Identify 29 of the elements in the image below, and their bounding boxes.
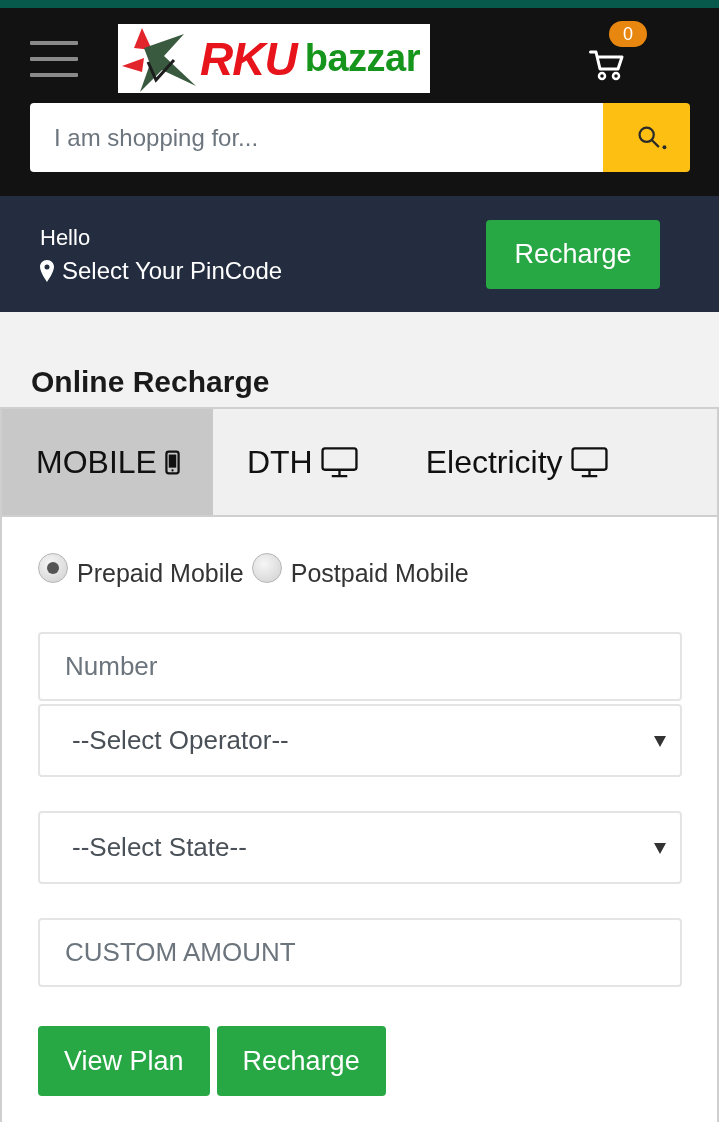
menu-icon[interactable]: [30, 40, 78, 77]
dropdown-field[interactable]: --Select Operator--: [38, 704, 682, 777]
search-icon: [635, 125, 668, 150]
phone-icon: [164, 449, 180, 475]
logo-suffix-text: bazzar: [304, 37, 420, 80]
tab[interactable]: Electricity: [391, 409, 642, 515]
logo[interactable]: RKU bazzar: [118, 24, 430, 93]
logo-brand-text: RKU: [200, 31, 297, 86]
tab[interactable]: DTH: [212, 409, 392, 515]
radio-button[interactable]: [251, 553, 282, 583]
search-button[interactable]: [603, 103, 690, 172]
cart-count-badge: 0: [609, 20, 647, 47]
cart-icon[interactable]: [589, 48, 625, 81]
input-field[interactable]: Number: [38, 632, 682, 701]
greeting-text: Hello: [40, 225, 91, 251]
dropdown-field[interactable]: --Select State--: [38, 811, 682, 884]
caret-icon: [654, 734, 666, 747]
caret-icon: [654, 841, 666, 854]
location-pin-icon: [40, 260, 54, 282]
monitor-icon: [570, 446, 608, 478]
input-field[interactable]: CUSTOM AMOUNT: [38, 918, 682, 987]
tab[interactable]: MOBILE: [2, 409, 213, 515]
radio-label[interactable]: Postpaid Mobile: [290, 558, 469, 588]
radio-button[interactable]: [38, 553, 68, 583]
search-field[interactable]: I am shopping for...: [30, 103, 603, 172]
pincode-link[interactable]: Select Your PinCode: [62, 257, 283, 285]
section-title: Online Recharge: [31, 364, 271, 400]
radio-label[interactable]: Prepaid Mobile: [77, 558, 244, 588]
monitor-icon: [320, 446, 358, 478]
